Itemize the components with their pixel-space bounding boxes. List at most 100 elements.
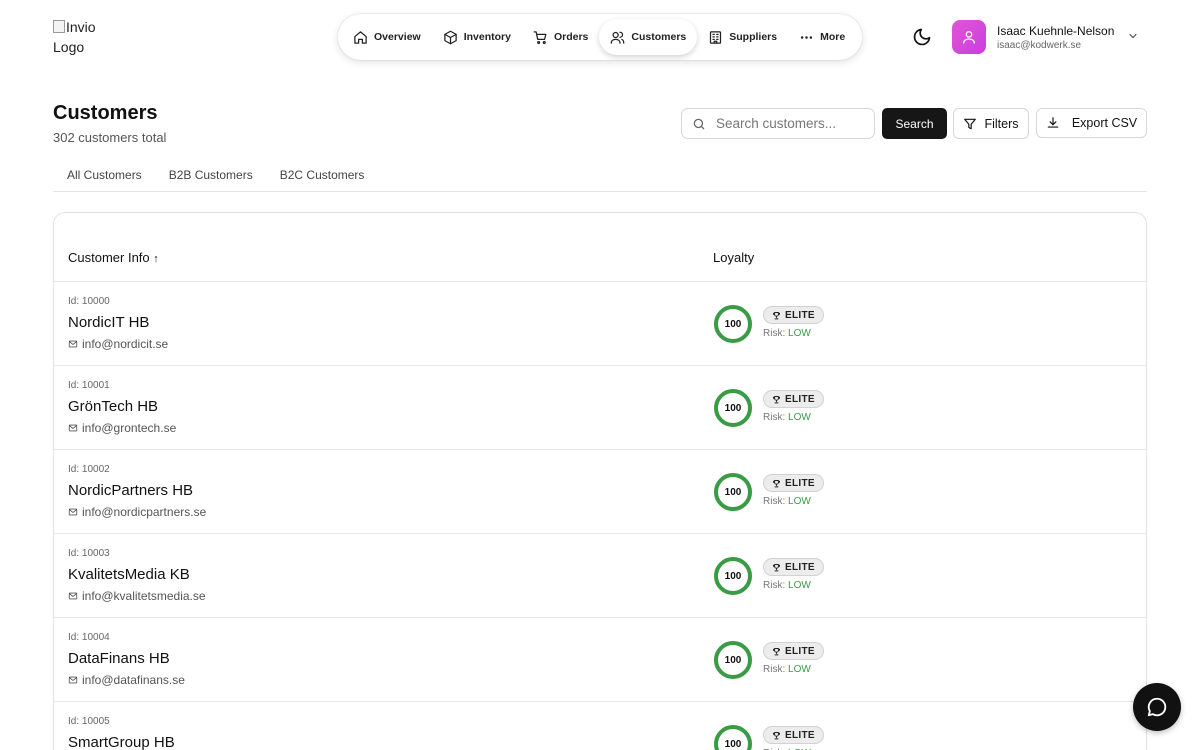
customer-name[interactable]: KvalitetsMedia KB xyxy=(68,566,190,583)
customer-id: Id: 10003 xyxy=(68,548,110,559)
tier-label: ELITE xyxy=(785,477,815,489)
loyalty-score: 100 xyxy=(724,402,742,414)
risk-level: LOW xyxy=(788,496,811,507)
customer-email: info@grontech.se xyxy=(68,421,176,435)
trophy-icon xyxy=(772,395,781,403)
loyalty-score: 100 xyxy=(724,318,742,330)
customer-email: info@nordicpartners.se xyxy=(68,505,206,519)
nav-inventory[interactable]: Inventory xyxy=(432,19,522,55)
mail-icon xyxy=(68,424,78,432)
table-row[interactable]: Id: 10005SmartGroup HB100ELITERisk: LOW xyxy=(54,702,1146,750)
chat-button[interactable] xyxy=(1133,683,1181,731)
filter-icon xyxy=(964,118,977,129)
tier-badge: ELITE xyxy=(763,642,824,660)
tab-all-customers[interactable]: All Customers xyxy=(53,160,155,191)
search-box[interactable] xyxy=(681,108,875,139)
filters-button[interactable]: Filters xyxy=(953,108,1029,139)
trophy-icon xyxy=(772,731,781,739)
loyalty-score: 100 xyxy=(724,570,742,582)
tier-badge: ELITE xyxy=(763,306,824,324)
page-title: Customers xyxy=(53,102,158,124)
risk-level: LOW xyxy=(788,412,811,423)
nav-orders[interactable]: Orders xyxy=(522,19,599,55)
table-row[interactable]: Id: 10002 NordicPartners HB info@nordicpar… xyxy=(54,450,1146,534)
building-icon xyxy=(710,30,722,44)
customer-name[interactable]: SmartGroup HB xyxy=(68,734,175,750)
customer-name[interactable]: GrönTech HB xyxy=(68,398,158,415)
table-row[interactable]: Id: 10004 DataFinans HB info@datafinans.se… xyxy=(54,618,1146,702)
mail-icon xyxy=(68,508,78,516)
ellipsis-icon xyxy=(801,35,813,39)
nav-customers[interactable]: Customers xyxy=(599,19,698,55)
column-customer-info[interactable]: Customer Info ↑ xyxy=(68,250,159,265)
nav-customers-label: Customers xyxy=(631,31,687,43)
export-label: Export CSV xyxy=(1071,116,1138,130)
customer-name[interactable]: NordicIT HB xyxy=(68,314,149,331)
loyalty-score: 100 xyxy=(724,486,742,498)
customer-email-text: info@nordicpartners.se xyxy=(82,505,207,519)
tier-badge: ELITE xyxy=(763,726,824,744)
customer-email: info@kvalitetsmedia.se xyxy=(68,589,206,603)
mail-icon xyxy=(68,676,78,684)
cart-icon xyxy=(533,30,547,44)
tier-badge: ELITE xyxy=(763,558,824,576)
trophy-icon xyxy=(772,563,781,571)
download-icon xyxy=(1047,117,1059,128)
risk-status: Risk: LOW xyxy=(763,664,811,675)
nav-suppliers-label: Suppliers xyxy=(729,31,778,43)
customer-id: Id: 10004 xyxy=(68,632,110,643)
chevron-down-icon[interactable] xyxy=(1127,30,1139,42)
risk-status: Risk: LOW xyxy=(763,580,811,591)
risk-status: Risk: LOW xyxy=(763,412,811,423)
tier-badge: ELITE xyxy=(763,390,824,408)
search-button[interactable]: Search xyxy=(882,108,947,139)
user-name[interactable]: Isaac Kuehnle-Nelson xyxy=(997,24,1114,38)
tab-b2b-customers[interactable]: B2B Customers xyxy=(155,160,266,191)
avatar[interactable] xyxy=(952,20,986,54)
customer-id: Id: 10005 xyxy=(68,716,110,727)
customer-name[interactable]: DataFinans HB xyxy=(68,650,170,667)
table-body: Id: 10000 NordicIT HB info@nordicit.se 100 E… xyxy=(54,282,1146,750)
loyalty-score: 100 xyxy=(724,738,742,750)
risk-label: Risk: xyxy=(763,496,786,507)
customer-id: Id: 10002 xyxy=(68,464,110,475)
logo[interactable]: Invio Logo xyxy=(53,17,123,57)
risk-level: LOW xyxy=(788,580,811,591)
broken-image-icon xyxy=(53,20,65,33)
nav-overview[interactable]: Overview xyxy=(342,19,432,55)
table-row[interactable]: Id: 10000 NordicIT HB info@nordicit.se 100 E… xyxy=(54,282,1146,366)
table-header: Customer Info ↑ Loyalty xyxy=(54,213,1146,282)
risk-label: Risk: xyxy=(763,412,786,423)
table-row[interactable]: Id: 10001 GrönTech HB info@grontech.se 100 E… xyxy=(54,366,1146,450)
moon-icon[interactable] xyxy=(912,27,932,47)
trophy-icon xyxy=(772,479,781,487)
customer-count: 302 customers total xyxy=(53,130,167,145)
nav-inventory-label: Inventory xyxy=(463,31,511,43)
risk-status: Risk: LOW xyxy=(763,328,811,339)
customer-name[interactable]: NordicPartners HB xyxy=(68,482,193,499)
table-row[interactable]: Id: 10003 KvalitetsMedia KB info@kvalitets… xyxy=(54,534,1146,618)
nav-suppliers[interactable]: Suppliers xyxy=(697,19,788,55)
risk-level: LOW xyxy=(788,664,811,675)
risk-status: Risk: LOW xyxy=(763,496,811,507)
tier-label: ELITE xyxy=(785,309,815,321)
mail-icon xyxy=(68,592,78,600)
users-icon xyxy=(611,31,625,44)
box-icon xyxy=(443,30,457,44)
tab-b2c-customers[interactable]: B2C Customers xyxy=(266,160,378,191)
export-csv-button[interactable]: Export CSV xyxy=(1036,108,1147,138)
customer-tabs: All Customers B2B Customers B2C Customer… xyxy=(53,160,1147,192)
tier-label: ELITE xyxy=(785,393,815,405)
filters-label: Filters xyxy=(984,116,1019,131)
risk-label: Risk: xyxy=(763,328,786,339)
search-icon xyxy=(693,118,705,129)
home-icon xyxy=(354,30,367,44)
customer-id: Id: 10000 xyxy=(68,296,110,307)
user-email: isaac@kodwerk.se xyxy=(997,40,1082,51)
nav-more[interactable]: More xyxy=(788,19,856,55)
nav-more-label: More xyxy=(820,31,846,43)
mail-icon xyxy=(68,340,78,348)
search-input[interactable] xyxy=(716,116,866,131)
customer-email-text: info@grontech.se xyxy=(82,421,177,435)
customer-email: info@nordicit.se xyxy=(68,337,168,351)
